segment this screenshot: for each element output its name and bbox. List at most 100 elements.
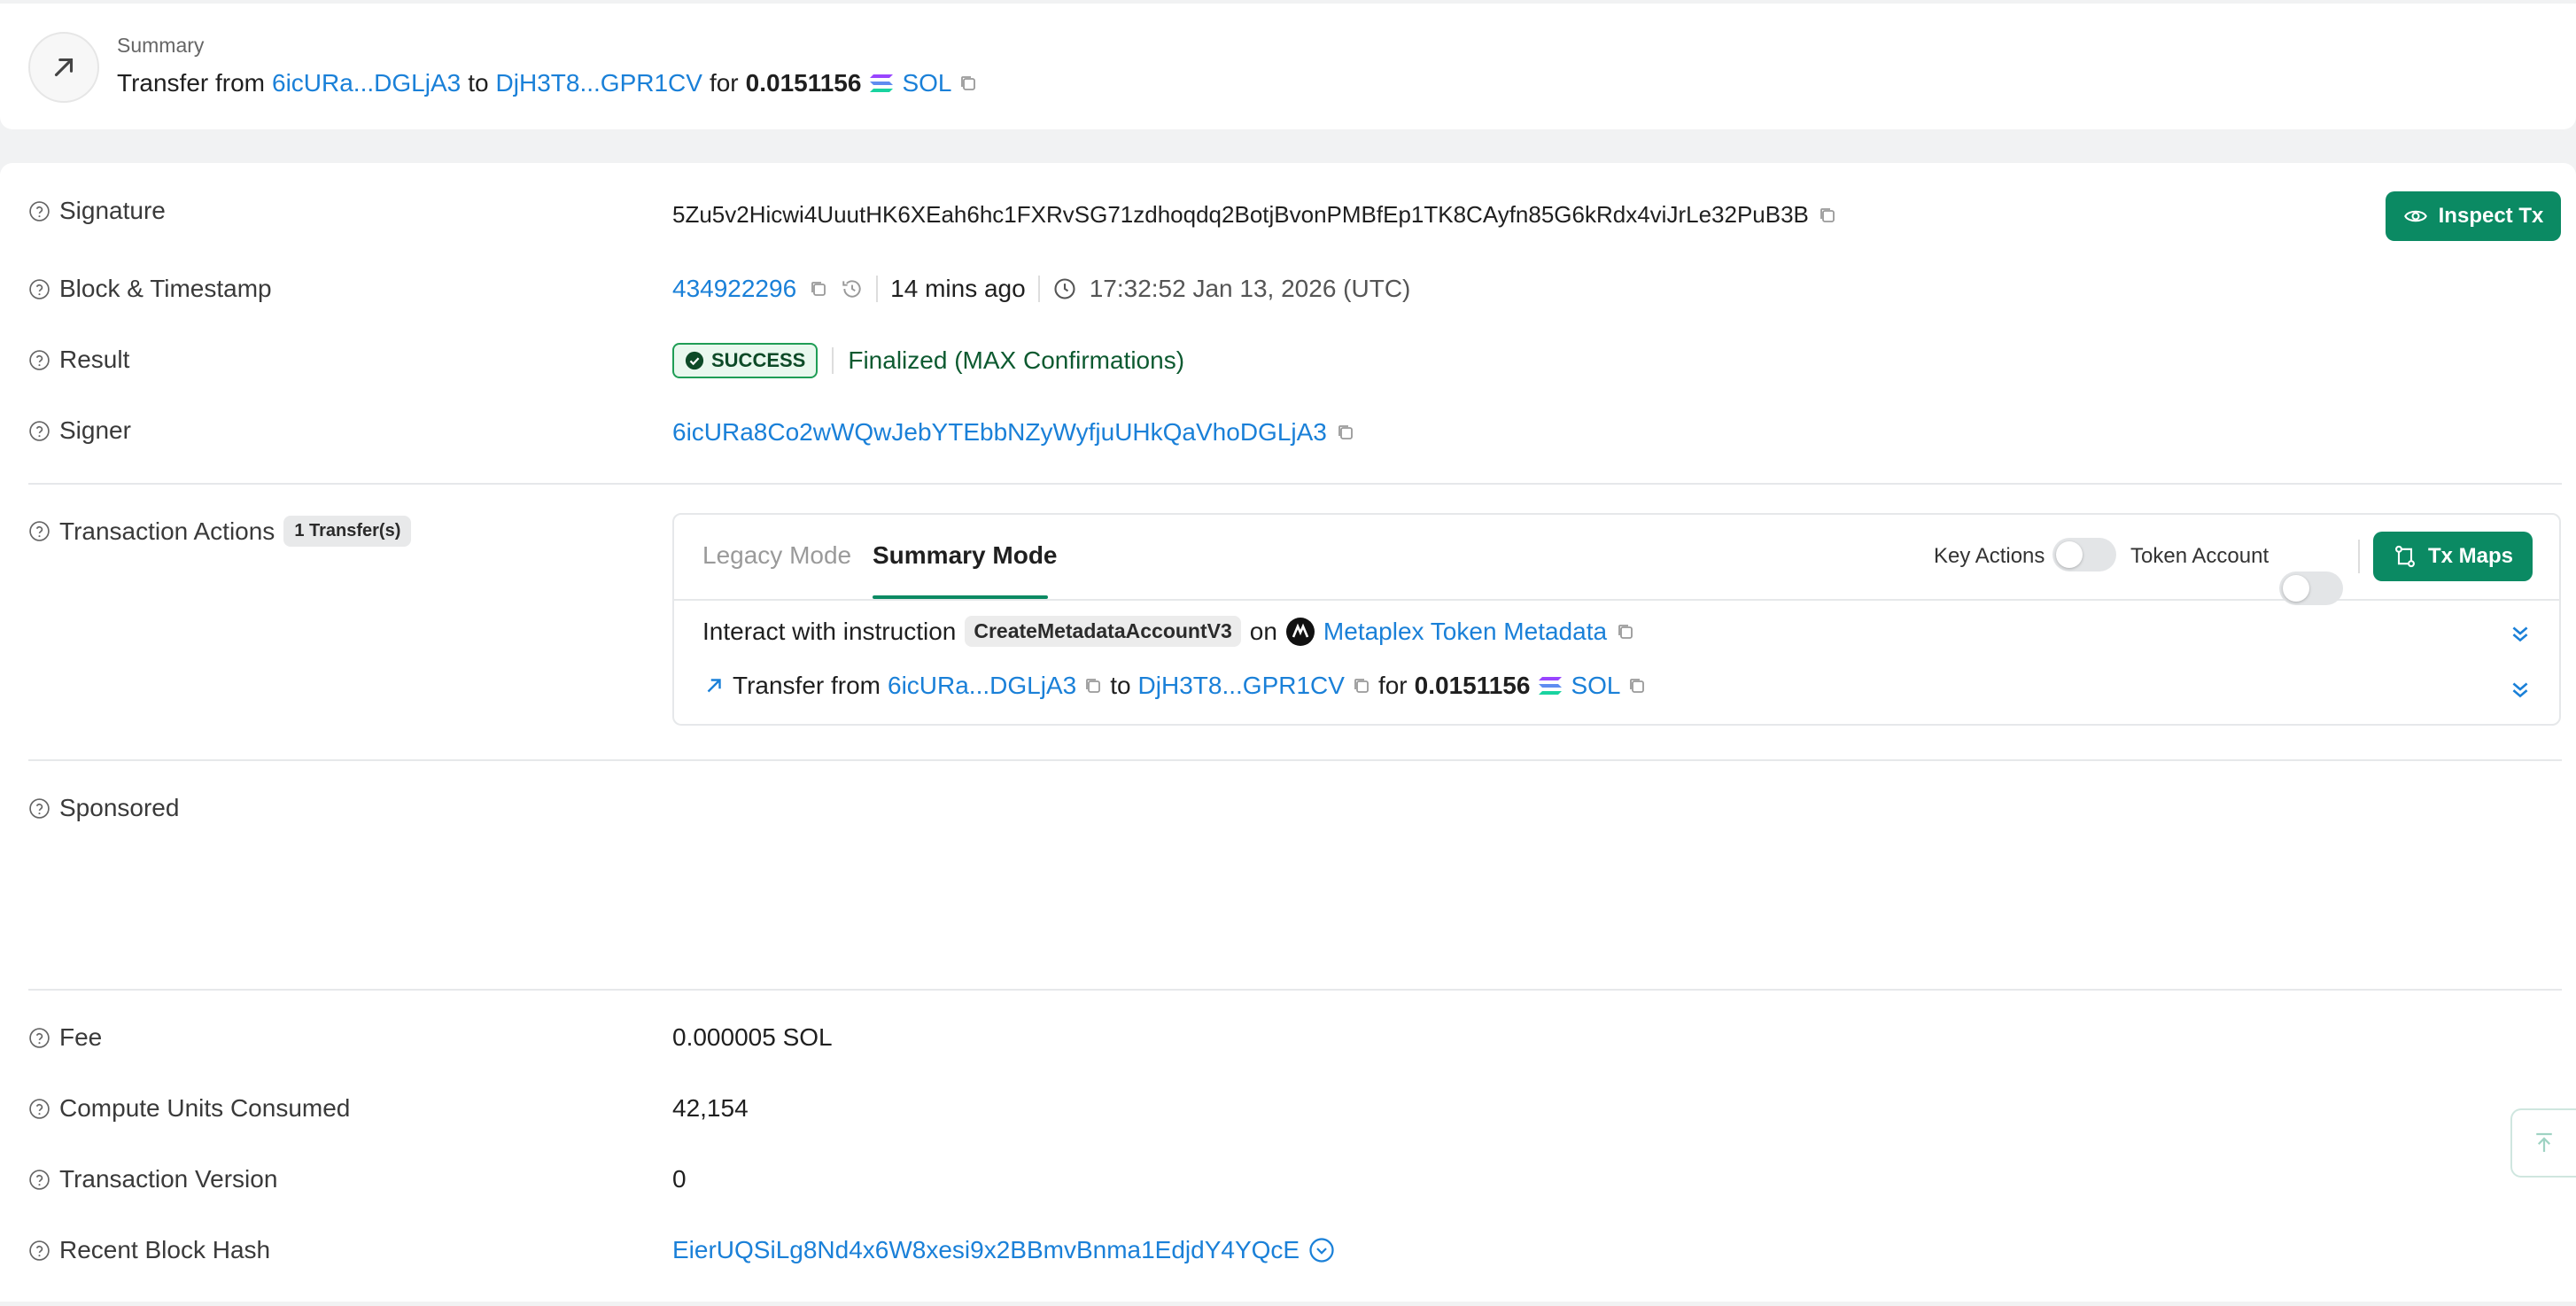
transfer-to-link[interactable]: DjH3T8...GPR1CV bbox=[1138, 672, 1345, 700]
transfer-count-badge: 1 Transfer(s) bbox=[283, 516, 412, 547]
fee-label: Fee bbox=[28, 1023, 102, 1052]
instruction-prefix: Interact with instruction bbox=[702, 617, 957, 645]
sol-logo-icon bbox=[870, 74, 894, 92]
help-circle-icon bbox=[29, 420, 50, 441]
compute-value: 42,154 bbox=[672, 1094, 749, 1122]
copy-icon[interactable] bbox=[1336, 423, 1355, 442]
version-label: Transaction Version bbox=[28, 1165, 277, 1193]
summary-transfer-word: Transfer from bbox=[117, 69, 265, 97]
block-separator-2 bbox=[1037, 276, 1040, 302]
tx-maps-label: Tx Maps bbox=[2427, 544, 2514, 568]
inspect-tx-button[interactable]: Inspect Tx bbox=[2386, 191, 2561, 241]
signature-value: 5Zu5v2Hicwi4UuutHK6XEah6hc1FXRvSG71zdhoq… bbox=[672, 201, 1809, 228]
arrow-up-right-icon bbox=[707, 679, 721, 693]
summary-amount: 0.0151156 bbox=[745, 69, 862, 97]
history-icon[interactable] bbox=[841, 277, 864, 300]
key-actions-toggle[interactable] bbox=[2052, 538, 2116, 571]
tx-maps-separator bbox=[2358, 540, 2360, 573]
divider bbox=[28, 483, 2562, 485]
chevron-double-down-icon[interactable] bbox=[2509, 678, 2532, 701]
blockhash-link[interactable]: EierUQSiLg8Nd4x6W8xesi9x2BBmvBnma1EdjdY4… bbox=[672, 1236, 1300, 1264]
summary-to-word: to bbox=[468, 69, 489, 97]
help-circle-icon bbox=[29, 1169, 50, 1190]
transfer-amount: 0.0151156 bbox=[1414, 672, 1531, 699]
token-account-label: Token Account bbox=[2130, 544, 2270, 568]
signer-link[interactable]: 6icURa8Co2wWQwJebYTEbbNZyWyfjuUHkQaVhoDG… bbox=[672, 418, 1327, 447]
actions-label: Transaction Actions 1 Transfer(s) bbox=[28, 516, 412, 547]
status-badge: SUCCESS bbox=[672, 343, 819, 378]
token-account-toggle[interactable] bbox=[2279, 571, 2343, 605]
copy-icon[interactable] bbox=[1352, 676, 1371, 696]
divider bbox=[28, 759, 2562, 761]
transaction-details-card: Signature 5Zu5v2Hicwi4UuutHK6XEah6hc1FXR… bbox=[0, 163, 2576, 1302]
key-actions-label: Key Actions bbox=[1934, 544, 2045, 568]
copy-icon[interactable] bbox=[1627, 676, 1647, 696]
blockhash-label-text: Recent Block Hash bbox=[59, 1236, 271, 1263]
signature-label: Signature bbox=[28, 197, 166, 225]
chevron-double-down-icon[interactable] bbox=[2509, 622, 2532, 645]
copy-icon[interactable] bbox=[1818, 206, 1837, 225]
eye-icon bbox=[2403, 210, 2427, 222]
sol-logo-icon bbox=[1539, 677, 1563, 695]
transfer-for-word: for bbox=[1377, 672, 1408, 699]
block-value-wrap: 434922296 14 mins ago 17:32:52 Jan 13, 2… bbox=[672, 275, 1410, 303]
result-separator bbox=[832, 347, 834, 374]
transfer-row: Transfer from 6icURa...DGLjA3 to DjH3T8.… bbox=[702, 672, 1647, 700]
summary-from-link[interactable]: 6icURa...DGLjA3 bbox=[272, 69, 461, 97]
help-circle-icon bbox=[29, 1027, 50, 1048]
block-separator bbox=[876, 276, 879, 302]
block-slot-link[interactable]: 434922296 bbox=[672, 275, 796, 303]
help-circle-icon bbox=[29, 349, 50, 370]
instruction-on-word: on bbox=[1249, 617, 1277, 645]
compute-label: Compute Units Consumed bbox=[28, 1094, 350, 1123]
scroll-top-icon bbox=[2536, 1132, 2552, 1152]
help-circle-icon bbox=[29, 200, 50, 222]
tx-maps-button[interactable]: Tx Maps bbox=[2373, 532, 2533, 581]
transfer-word: Transfer from bbox=[733, 672, 881, 699]
chevron-down-circle-icon[interactable] bbox=[1308, 1237, 1335, 1263]
copy-icon[interactable] bbox=[958, 74, 978, 93]
transfer-token-link[interactable]: SOL bbox=[1571, 672, 1620, 700]
help-circle-icon bbox=[29, 278, 50, 299]
signature-value-wrap: 5Zu5v2Hicwi4UuutHK6XEah6hc1FXRvSG71zdhoq… bbox=[672, 201, 1837, 229]
summary-to-link[interactable]: DjH3T8...GPR1CV bbox=[496, 69, 702, 97]
sponsored-label-text: Sponsored bbox=[59, 794, 180, 821]
summary-card: Summary Transfer from 6icURa...DGLjA3 to… bbox=[0, 4, 2576, 129]
block-timestamp: 17:32:52 Jan 13, 2026 (UTC) bbox=[1089, 275, 1411, 302]
copy-icon[interactable] bbox=[1616, 622, 1635, 641]
tx-maps-icon bbox=[2395, 545, 2415, 568]
signer-value-wrap: 6icURa8Co2wWQwJebYTEbbNZyWyfjuUHkQaVhoDG… bbox=[672, 418, 1355, 447]
instruction-row: Interact with instruction CreateMetadata… bbox=[702, 616, 1635, 647]
help-circle-icon bbox=[29, 521, 50, 541]
tab-summary-mode[interactable]: Summary Mode bbox=[873, 541, 1058, 570]
metaplex-logo-icon bbox=[1285, 617, 1315, 646]
scroll-top-button[interactable] bbox=[2510, 1108, 2576, 1178]
inspect-tx-label: Inspect Tx bbox=[2438, 204, 2544, 228]
signer-label: Signer bbox=[28, 416, 131, 445]
blockhash-value-wrap: EierUQSiLg8Nd4x6W8xesi9x2BBmvBnma1EdjdY4… bbox=[672, 1236, 1335, 1264]
blockhash-label: Recent Block Hash bbox=[28, 1236, 270, 1264]
copy-icon[interactable] bbox=[809, 279, 828, 299]
version-label-text: Transaction Version bbox=[59, 1165, 278, 1193]
clock-icon bbox=[1054, 278, 1075, 299]
actions-panel: Legacy Mode Summary Mode Key Actions Tok… bbox=[672, 513, 2561, 726]
fee-label-text: Fee bbox=[59, 1023, 103, 1051]
tab-legacy-mode[interactable]: Legacy Mode bbox=[702, 541, 851, 570]
result-value-wrap: SUCCESS Finalized (MAX Confirmations) bbox=[672, 343, 1184, 378]
summary-token-link[interactable]: SOL bbox=[902, 69, 951, 97]
divider bbox=[28, 989, 2562, 991]
sponsored-label: Sponsored bbox=[28, 794, 179, 822]
transfer-from-link[interactable]: 6icURa...DGLjA3 bbox=[888, 672, 1076, 700]
signature-label-text: Signature bbox=[59, 197, 166, 224]
copy-icon[interactable] bbox=[1083, 676, 1103, 696]
actions-label-text: Transaction Actions bbox=[59, 517, 275, 545]
instruction-name-chip: CreateMetadataAccountV3 bbox=[965, 616, 1241, 647]
summary-for-word: for bbox=[709, 69, 739, 97]
program-link[interactable]: Metaplex Token Metadata bbox=[1323, 618, 1607, 646]
status-text: SUCCESS bbox=[711, 349, 806, 371]
transfer-to-word: to bbox=[1110, 672, 1131, 699]
arrow-up-right-icon bbox=[54, 58, 74, 77]
block-ago: 14 mins ago bbox=[890, 275, 1026, 302]
block-label: Block & Timestamp bbox=[28, 275, 272, 303]
compute-label-text: Compute Units Consumed bbox=[59, 1094, 351, 1122]
